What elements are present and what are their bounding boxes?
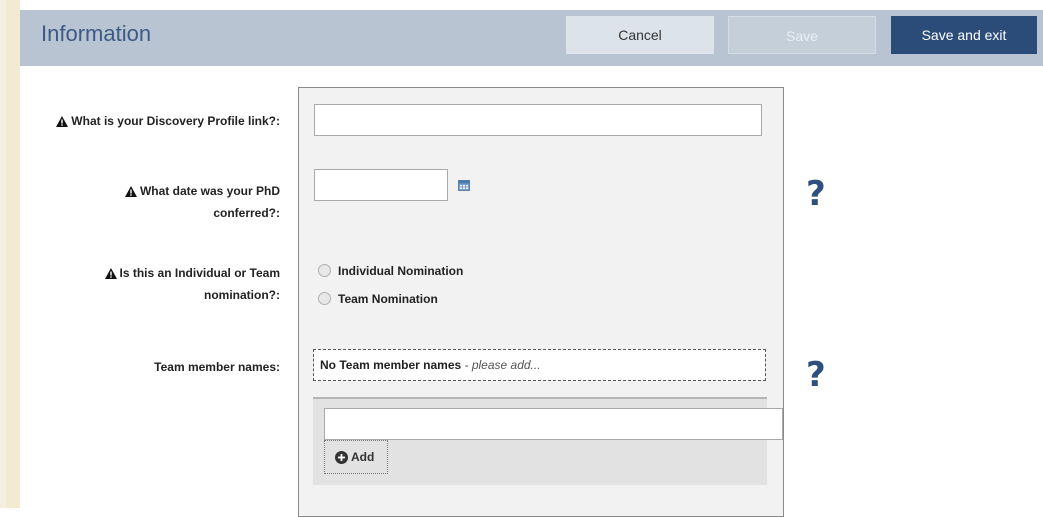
add-button[interactable]: Add: [324, 440, 388, 474]
save-button[interactable]: Save: [728, 16, 876, 54]
plus-circle-icon: [335, 451, 348, 464]
warning-icon: [104, 265, 117, 285]
team-member-names-label: Team member names:: [154, 360, 280, 374]
discovery-profile-link-input[interactable]: [314, 104, 762, 136]
team-empty-hint: - please add...: [461, 358, 541, 372]
calendar-icon[interactable]: [458, 178, 470, 196]
team-member-names-list: No Team member names - please add...: [313, 349, 766, 381]
radio-team-nomination[interactable]: Team Nomination: [318, 292, 438, 306]
phd-date-label: What date was your PhD conferred?:: [124, 181, 280, 223]
cancel-button[interactable]: Cancel: [566, 16, 714, 54]
team-member-name-input[interactable]: [324, 408, 783, 440]
warning-icon: [56, 113, 69, 133]
radio-button-icon[interactable]: [318, 264, 331, 277]
discovery-profile-label: What is your Discovery Profile link?:: [56, 111, 280, 133]
help-icon[interactable]: ?: [806, 174, 826, 214]
nomination-type-label: Is this an Individual or Team nomination…: [104, 263, 280, 305]
save-and-exit-button[interactable]: Save and exit: [891, 16, 1037, 54]
team-empty-text: No Team member names: [320, 358, 462, 372]
help-icon[interactable]: ?: [806, 355, 826, 395]
radio-button-icon[interactable]: [318, 292, 331, 305]
warning-icon: [124, 183, 137, 203]
page-title: Information: [41, 21, 152, 46]
phd-date-input[interactable]: [314, 169, 448, 201]
left-side-stripe: [0, 0, 20, 508]
radio-individual-nomination[interactable]: Individual Nomination: [318, 264, 463, 278]
page-header: Information Cancel Save Save and exit: [20, 10, 1043, 66]
